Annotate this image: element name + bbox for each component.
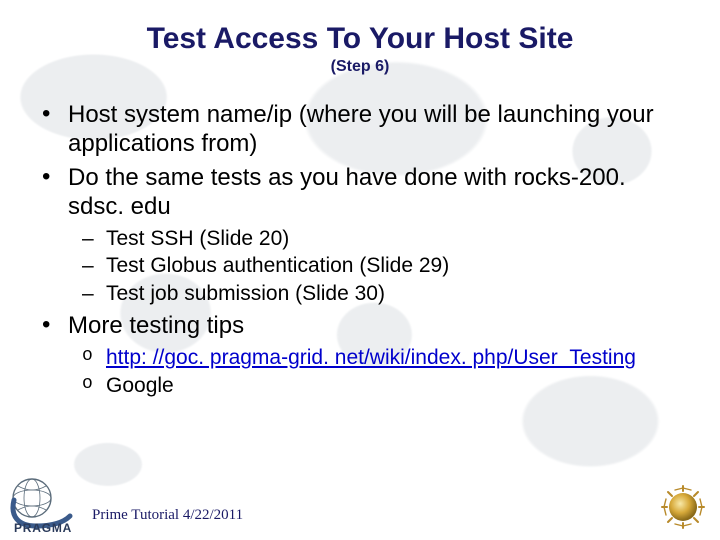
- bullet-same-tests-text: Do the same tests as you have done with …: [68, 164, 626, 220]
- pragma-logo: PRAGMA: [8, 476, 86, 534]
- sub-test-globus: Test Globus authentication (Slide 29): [82, 252, 686, 279]
- sub-tip-google: Google: [82, 372, 686, 399]
- sub-list-tests: Test SSH (Slide 20) Test Globus authenti…: [68, 225, 686, 307]
- sub-test-ssh: Test SSH (Slide 20): [82, 225, 686, 252]
- bullet-list: Host system name/ip (where you will be l…: [34, 100, 686, 399]
- svg-text:PRAGMA: PRAGMA: [14, 521, 72, 534]
- bullet-more-tips-text: More testing tips: [68, 312, 244, 339]
- sun-logo-icon: [660, 484, 706, 530]
- slide-title: Test Access To Your Host Site: [34, 22, 686, 56]
- user-testing-link[interactable]: http: //goc. pragma-grid. net/wiki/index…: [106, 346, 636, 369]
- bullet-more-tips: More testing tips http: //goc. pragma-gr…: [40, 311, 686, 399]
- footer-text: Prime Tutorial 4/22/2011: [92, 507, 243, 524]
- slide-body: Test Access To Your Host Site (Step 6) H…: [0, 0, 720, 540]
- slide-subtitle: (Step 6): [34, 58, 686, 76]
- sub-test-job: Test job submission (Slide 30): [82, 280, 686, 307]
- sub-list-tips: http: //goc. pragma-grid. net/wiki/index…: [68, 344, 686, 399]
- bullet-same-tests: Do the same tests as you have done with …: [40, 163, 686, 307]
- sub-tip-link: http: //goc. pragma-grid. net/wiki/index…: [82, 344, 686, 371]
- bullet-host-system: Host system name/ip (where you will be l…: [40, 100, 686, 159]
